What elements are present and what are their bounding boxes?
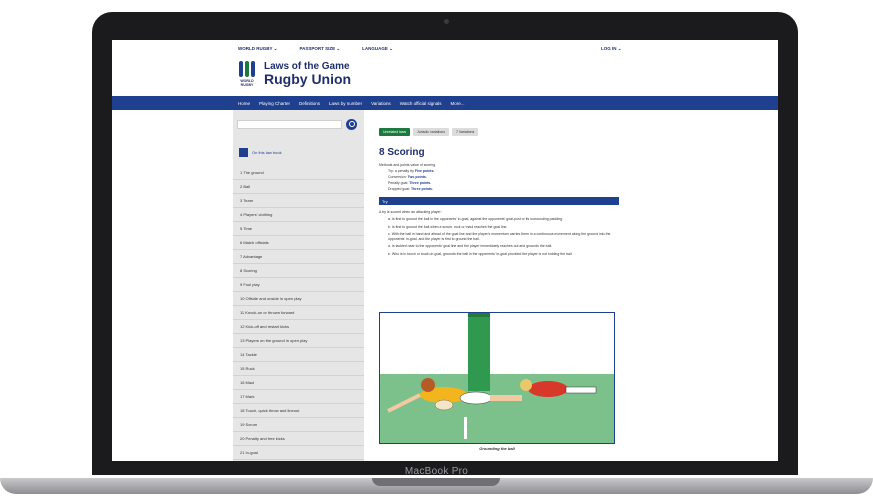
site-title-line2: Rugby Union: [264, 71, 352, 87]
law-content: Unrelated laws Jurisdic variations 7 Var…: [379, 128, 619, 259]
sidebar-law-item[interactable]: 20 Penalty and free kicks: [233, 432, 364, 446]
sidebar-law-item[interactable]: 1 The ground: [233, 166, 364, 180]
browser-screen: WORLD RUGBY ⌄ PASSPORT SIZE ⌄ LANGUAGE ⌄…: [112, 40, 778, 461]
sidebar-law-item[interactable]: 15 Ruck: [233, 362, 364, 376]
logo-stripe: [239, 61, 243, 77]
sidebar-law-item[interactable]: 16 Maul: [233, 376, 364, 390]
sidebar-law-item[interactable]: 6 Match officials: [233, 236, 364, 250]
site-title[interactable]: Laws of the Game Rugby Union: [264, 61, 351, 87]
language-menu[interactable]: LANGUAGE ⌄: [362, 46, 393, 52]
sidebar-law-item[interactable]: 19 Scrum: [233, 418, 364, 432]
list-item: Try: a penalty try Five points.: [388, 169, 619, 173]
sidebar-law-item[interactable]: 17 Mark: [233, 390, 364, 404]
goal-post-padding: [468, 313, 490, 391]
section-header-try: Try: [379, 197, 619, 205]
sidebar-law-item[interactable]: 4 Players' clothing: [233, 208, 364, 222]
logo-text: WORLD RUGBY: [240, 79, 254, 87]
sidebar-law-item[interactable]: 3 Team: [233, 194, 364, 208]
edit-label: On this law book: [252, 150, 282, 155]
passport-size-menu[interactable]: PASSPORT SIZE ⌄: [299, 46, 340, 52]
base-notch: [372, 478, 500, 486]
points-label: Try: a penalty try: [388, 169, 414, 173]
list-item: e. Who is in touch or touch-in-goal, gro…: [388, 251, 573, 256]
points-list: Try: a penalty try Five points. Conversi…: [388, 169, 619, 191]
sidebar-law-item[interactable]: 12 Kick-off and restart kicks: [233, 320, 364, 334]
tab-7-variations[interactable]: 7 Variations: [451, 128, 479, 136]
tackler-jersey: [528, 381, 568, 397]
login-menu[interactable]: LOG IN ⌄: [601, 46, 622, 52]
sidebar-law-item[interactable]: 10 Offside and onside in open play: [233, 292, 364, 306]
tab-unrelated-laws[interactable]: Unrelated laws: [379, 128, 411, 136]
world-rugby-menu[interactable]: WORLD RUGBY ⌄: [238, 46, 277, 52]
logo-stripe: [251, 61, 255, 77]
law-intro: Methods and points value of scoring.: [379, 163, 437, 167]
list-item: a. Is first to ground the ball in the op…: [388, 217, 564, 221]
sidebar-law-item[interactable]: 14 Tackle: [233, 348, 364, 362]
content-tabs: Unrelated laws Jurisdic variations 7 Var…: [379, 128, 619, 136]
list-item: b. Is first to ground the ball when a sc…: [388, 224, 508, 229]
grounding-illustration: [380, 313, 614, 443]
tackler-legs: [565, 386, 597, 394]
pitch-grass: [380, 371, 614, 443]
list-item: Penalty goal: Three points.: [388, 181, 619, 185]
site-header: WORLD RUGBY Laws of the Game Rugby Union: [112, 57, 778, 95]
player-hair: [421, 378, 435, 392]
search-icon[interactable]: [346, 119, 357, 130]
sidebar-law-item[interactable]: 18 Touch, quick throw and lineout: [233, 404, 364, 418]
nav-variations[interactable]: Variations: [371, 101, 391, 106]
world-rugby-logo[interactable]: WORLD RUGBY: [237, 59, 257, 91]
camera-icon: [444, 19, 449, 24]
tackler-hair: [520, 379, 532, 391]
sidebar-law-item[interactable]: 8 Scoring: [233, 264, 364, 278]
player-legs: [490, 395, 522, 401]
list-item: Dropped goal: Three points.: [388, 187, 619, 191]
search-input[interactable]: [237, 120, 342, 129]
rugby-ball: [434, 399, 454, 411]
sidebar-law-item[interactable]: 21 In-goal: [233, 446, 364, 460]
nav-home[interactable]: Home: [238, 101, 250, 106]
player-shorts: [459, 391, 493, 405]
points-value: Three points.: [409, 181, 432, 185]
utility-bar: WORLD RUGBY ⌄ PASSPORT SIZE ⌄ LANGUAGE ⌄…: [112, 40, 778, 57]
try-line: [380, 371, 614, 374]
try-illustration: [379, 312, 615, 444]
logo-stripe: [245, 61, 249, 77]
page-title: 8 Scoring: [379, 147, 425, 158]
field-marking: [464, 417, 467, 439]
goal-post-top: [468, 313, 490, 317]
nav-definitions[interactable]: Definitions: [299, 101, 320, 106]
edit-icon: [239, 148, 248, 157]
nav-official-signals[interactable]: Watch official signals: [400, 101, 442, 106]
tab-jurisdic-variations[interactable]: Jurisdic variations: [413, 128, 449, 136]
sidebar-law-item[interactable]: 13 Players on the ground in open play: [233, 334, 364, 348]
points-label: Penalty goal:: [388, 181, 409, 185]
sidebar-law-item[interactable]: 9 Foul play: [233, 278, 364, 292]
nav-playing-charter[interactable]: Playing Charter: [259, 101, 290, 106]
points-label: Dropped goal:: [388, 187, 410, 191]
nav-laws-by-number[interactable]: Laws by number: [329, 101, 362, 106]
points-label: Conversion:: [388, 175, 407, 179]
list-item: Conversion: Two points.: [388, 175, 619, 179]
law-list: 1 The ground 2 Ball 3 Team 4 Players' cl…: [233, 166, 364, 460]
list-item: d. Is tackled near to the opponents' goa…: [388, 244, 553, 248]
laws-sidebar: On this law book 1 The ground 2 Ball 3 T…: [233, 110, 364, 461]
device-label: MacBook Pro: [404, 466, 469, 477]
nav-more[interactable]: More...: [451, 101, 465, 106]
sidebar-law-item[interactable]: 5 Time: [233, 222, 364, 236]
illustration-caption: Grounding the ball: [479, 446, 515, 451]
try-list: a. Is first to ground the ball in the op…: [388, 217, 619, 256]
edit-link[interactable]: On this law book: [239, 148, 282, 157]
points-value: Three points.: [410, 187, 433, 191]
points-value: Five points.: [414, 169, 435, 173]
section-intro: A try is scored when an attacking player…: [379, 210, 442, 214]
main-nav: Home Playing Charter Definitions Laws by…: [112, 96, 778, 110]
sidebar-law-item[interactable]: 7 Advantage: [233, 250, 364, 264]
points-value: Two points.: [407, 175, 427, 179]
sidebar-law-item[interactable]: 11 Knock-on or thrown forward: [233, 306, 364, 320]
list-item: c. With the ball in hand and ahead of th…: [388, 232, 611, 241]
sidebar-law-item[interactable]: 2 Ball: [233, 180, 364, 194]
